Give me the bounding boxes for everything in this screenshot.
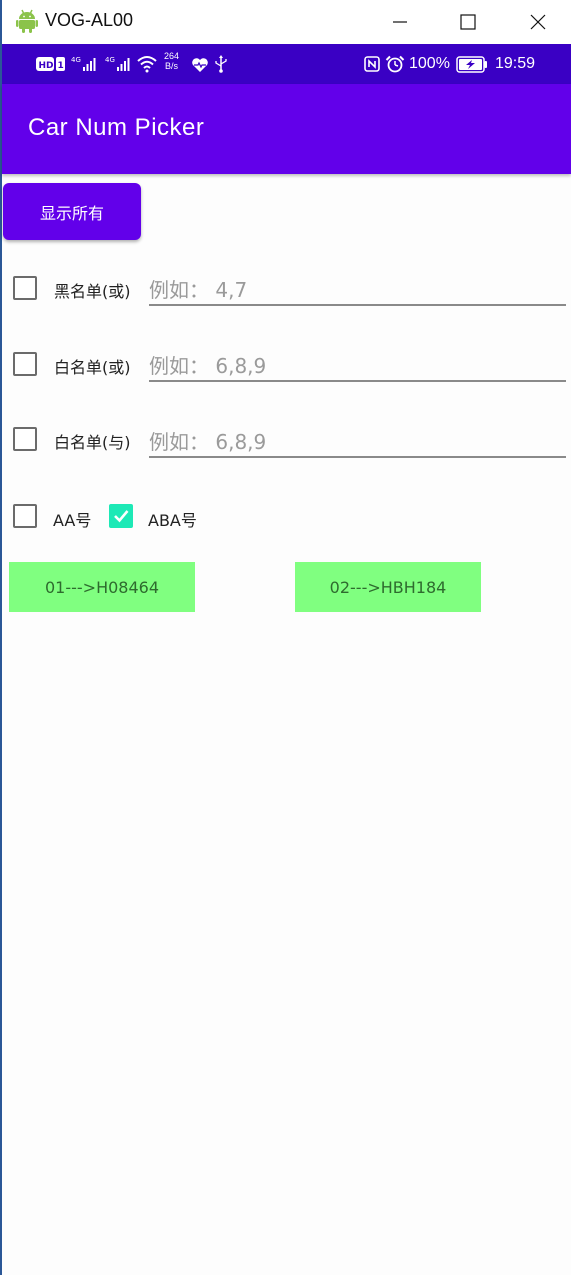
blacklist-or-checkbox[interactable] <box>13 276 37 300</box>
clock: 19:59 <box>495 55 536 72</box>
android-status-bar: HD 1 4G 4G 264 B/s 100% 19:59 <box>2 44 571 84</box>
usb-icon <box>215 55 227 73</box>
aa-number-label: AA号 <box>53 511 92 530</box>
app-bar: Car Num Picker <box>2 84 571 174</box>
alarm-icon <box>385 55 405 73</box>
aba-number-label: ABA号 <box>148 511 197 530</box>
aba-number-checkbox[interactable] <box>109 504 133 528</box>
svg-text:1: 1 <box>58 61 64 71</box>
show-all-button[interactable]: 显示所有 <box>3 183 141 240</box>
blacklist-or-label: 黑名单(或) <box>54 282 131 301</box>
network-speed: 264 B/s <box>164 51 179 71</box>
signal-4g-icon: 4G <box>71 56 96 71</box>
maximize-icon <box>460 14 476 30</box>
checkmark-icon <box>114 510 129 523</box>
whitelist-or-label: 白名单(或) <box>54 358 131 377</box>
whitelist-and-input[interactable]: 例如： 6,8,9 <box>149 422 566 458</box>
close-icon <box>530 14 546 30</box>
window-left-edge <box>0 0 2 1275</box>
whitelist-or-placeholder: 例如： 6,8,9 <box>149 354 267 378</box>
aa-number-checkbox[interactable] <box>13 504 37 528</box>
result-button-1[interactable]: 01--->H08464 <box>9 562 195 612</box>
blacklist-or-input[interactable]: 例如： 4,7 <box>149 270 566 306</box>
wifi-icon <box>137 56 157 73</box>
svg-text:HD: HD <box>39 61 54 71</box>
blacklist-or-placeholder: 例如： 4,7 <box>149 278 248 302</box>
result-button-2[interactable]: 02--->HBH184 <box>295 562 481 612</box>
app-title: Car Num Picker <box>28 114 205 141</box>
svg-text:4G: 4G <box>71 56 81 64</box>
nfc-icon <box>364 56 380 72</box>
window-title-bar: VOG-AL00 <box>2 0 571 44</box>
network-speed-unit: B/s <box>165 61 179 71</box>
whitelist-and-placeholder: 例如： 6,8,9 <box>149 430 267 454</box>
window-title: VOG-AL00 <box>45 10 134 30</box>
minimize-button[interactable] <box>370 0 430 44</box>
close-button[interactable] <box>508 0 568 44</box>
android-logo-icon <box>16 9 38 33</box>
battery-percent: 100% <box>409 55 450 72</box>
hd-icon: HD 1 <box>36 57 65 71</box>
whitelist-or-input[interactable]: 例如： 6,8,9 <box>149 346 566 382</box>
whitelist-and-checkbox[interactable] <box>13 427 37 451</box>
minimize-icon <box>393 21 407 23</box>
maximize-button[interactable] <box>438 0 498 44</box>
whitelist-or-checkbox[interactable] <box>13 352 37 376</box>
signal-4g-second-icon: 4G <box>105 56 130 71</box>
health-heart-icon <box>192 58 208 72</box>
whitelist-and-label: 白名单(与) <box>54 433 131 452</box>
network-speed-value: 264 <box>164 51 180 61</box>
battery-charging-icon <box>456 56 487 73</box>
svg-text:4G: 4G <box>105 56 115 64</box>
